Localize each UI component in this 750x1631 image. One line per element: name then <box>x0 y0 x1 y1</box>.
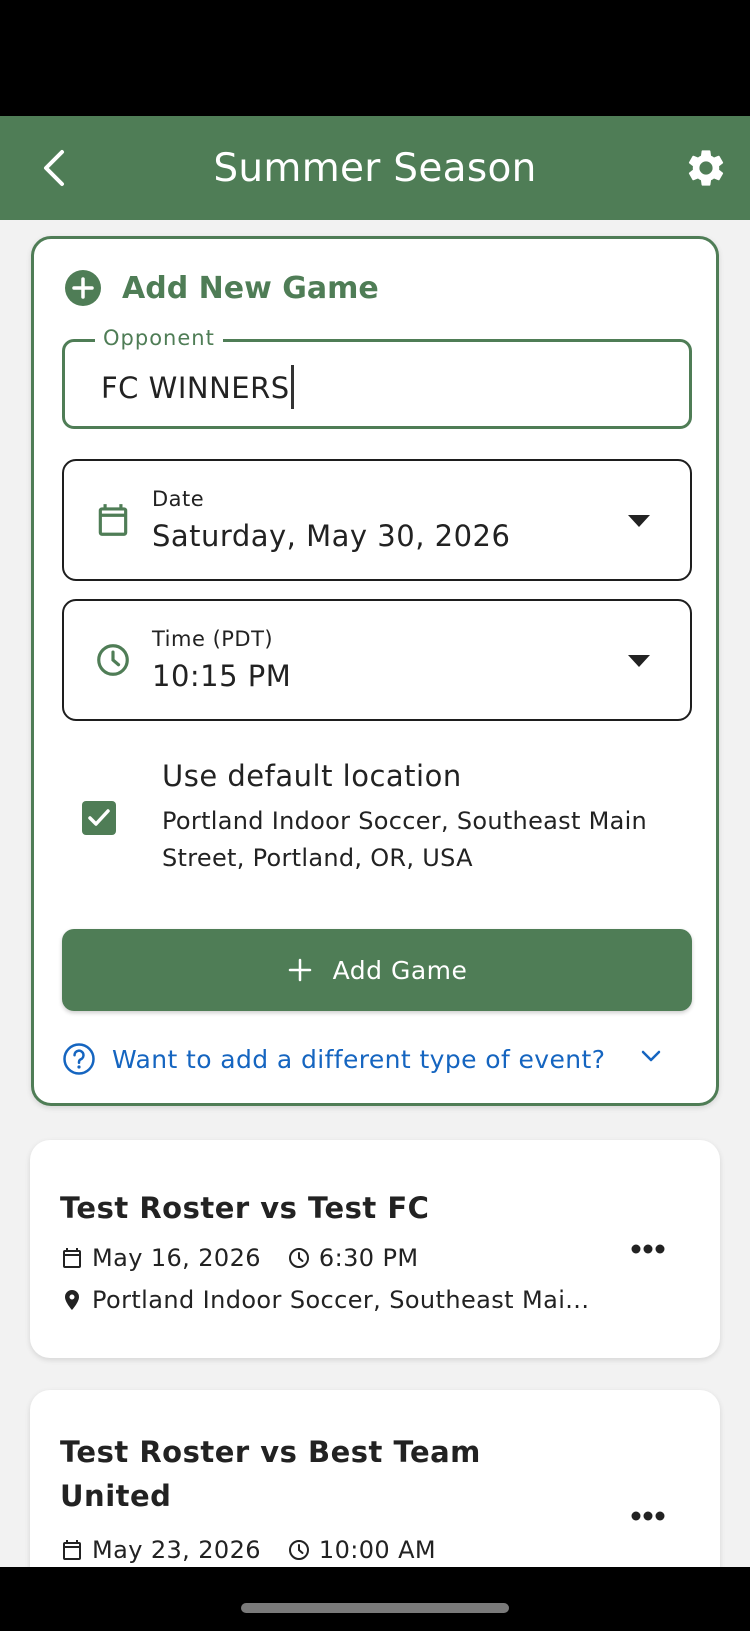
chevron-down-icon <box>641 1050 661 1062</box>
location-pin-icon <box>65 1290 79 1310</box>
calendar-icon <box>63 1540 81 1560</box>
system-navigation-bar <box>0 1567 750 1631</box>
game-time: 10:00 AM <box>318 1536 437 1564</box>
opponent-field[interactable]: Opponent FC WINNERS <box>62 326 692 429</box>
default-location-row: Use default location Portland Indoor Soc… <box>62 759 692 889</box>
clock-icon <box>288 1540 309 1560</box>
default-location-checkbox[interactable] <box>82 801 116 835</box>
app-bar: Summer Season <box>0 116 750 220</box>
add-game-card: Add New Game Opponent FC WINNERS Date Sa… <box>31 236 719 1106</box>
game-time: 6:30 PM <box>318 1244 419 1272</box>
opponent-input[interactable]: FC WINNERS <box>101 365 294 412</box>
add-circle-icon <box>65 270 101 306</box>
page-title: Summer Season <box>213 145 537 191</box>
clock-icon <box>97 644 129 676</box>
dropdown-arrow-icon <box>628 655 650 667</box>
opponent-label: Opponent <box>95 326 223 350</box>
other-event-label: Want to add a different type of event? <box>112 1044 606 1074</box>
game-title: Test Roster vs Test FC <box>60 1191 430 1225</box>
date-value: Saturday, May 30, 2026 <box>152 519 511 553</box>
date-label: Date <box>152 487 205 511</box>
default-location-title: Use default location <box>162 759 462 793</box>
game-datetime: May 16, 2026 6:30 PM <box>60 1244 418 1272</box>
time-value: 10:15 PM <box>152 659 292 693</box>
back-arrow-icon[interactable] <box>34 146 74 190</box>
time-picker[interactable]: Time (PDT) 10:15 PM <box>62 599 692 721</box>
content-area: Add New Game Opponent FC WINNERS Date Sa… <box>0 220 750 1567</box>
status-bar <box>0 0 750 116</box>
dropdown-arrow-icon <box>628 515 650 527</box>
game-card[interactable]: Test Roster vs Test FC May 16, 2026 6:30… <box>30 1140 720 1358</box>
add-game-header[interactable]: Add New Game <box>64 269 379 307</box>
date-picker[interactable]: Date Saturday, May 30, 2026 <box>62 459 692 581</box>
help-circle-icon <box>63 1043 95 1075</box>
add-game-button-label: Add Game <box>332 955 468 985</box>
text-cursor <box>290 365 294 409</box>
calendar-icon <box>98 504 128 536</box>
add-game-button[interactable]: Add Game <box>62 929 692 1011</box>
time-label: Time (PDT) <box>152 627 274 651</box>
default-location-address: Portland Indoor Soccer, Southeast Main S… <box>162 807 648 872</box>
plus-icon <box>288 958 311 982</box>
game-date: May 16, 2026 <box>92 1244 261 1272</box>
checkmark-icon <box>88 809 110 826</box>
game-card[interactable]: Test Roster vs Best Team United May 23, … <box>30 1390 720 1567</box>
game-date: May 23, 2026 <box>92 1536 261 1564</box>
game-location: Portland Indoor Soccer, Southeast Mai... <box>60 1286 589 1314</box>
other-event-toggle[interactable]: Want to add a different type of event? <box>62 1039 692 1079</box>
calendar-icon <box>63 1248 81 1268</box>
game-datetime: May 23, 2026 10:00 AM <box>60 1536 436 1564</box>
game-location-text: Portland Indoor Soccer, Southeast Mai... <box>92 1286 590 1314</box>
more-options-icon[interactable] <box>630 1243 666 1255</box>
add-game-title: Add New Game <box>122 270 379 306</box>
more-options-icon[interactable] <box>630 1510 666 1522</box>
home-indicator[interactable] <box>241 1603 509 1613</box>
game-title: Test Roster vs Best Team United <box>60 1435 481 1513</box>
gear-icon[interactable] <box>684 146 728 190</box>
clock-icon <box>288 1248 309 1268</box>
